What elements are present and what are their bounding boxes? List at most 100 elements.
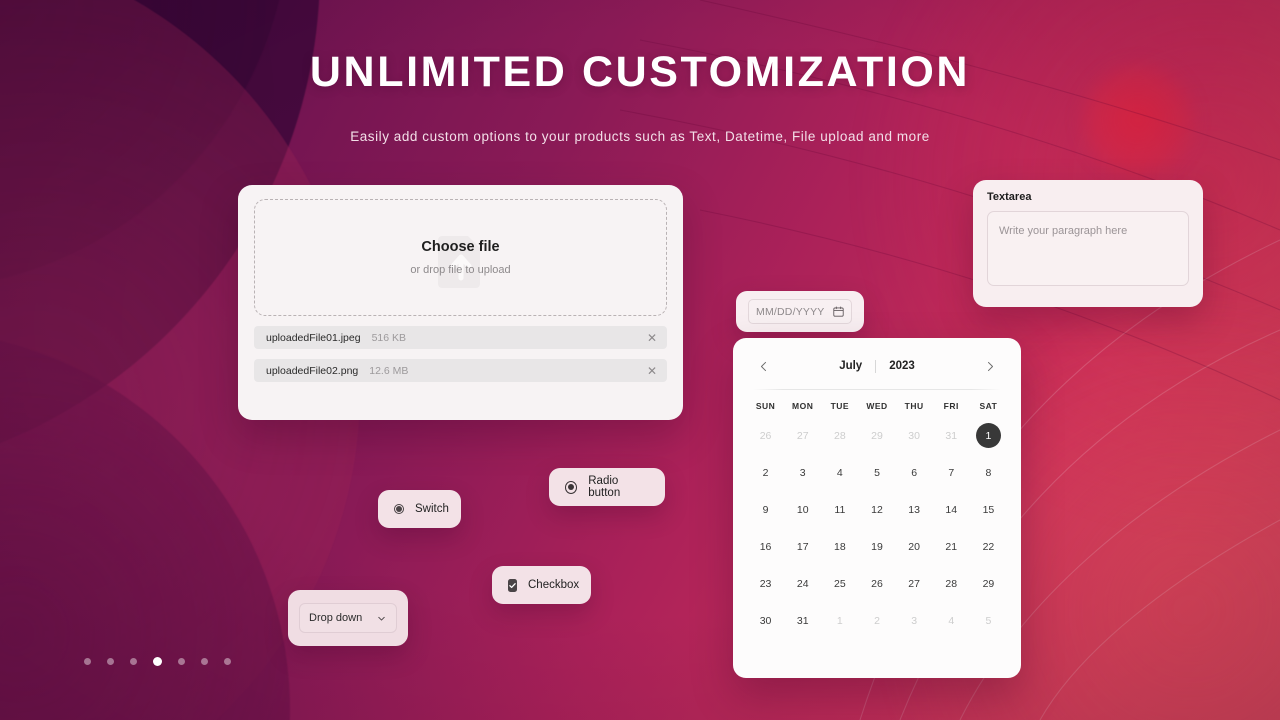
calendar-day[interactable]: 8 xyxy=(976,460,1001,485)
textarea-label: Textarea xyxy=(987,191,1032,203)
checkbox-label: Checkbox xyxy=(528,579,580,591)
calendar-day[interactable]: 3 xyxy=(902,608,927,633)
textarea-card: Textarea Write your paragraph here xyxy=(973,180,1203,307)
file-dropzone[interactable]: Choose file or drop file to upload xyxy=(254,199,667,316)
calendar-grid: SUN MON TUE WED THU FRI SAT 26 27 28 29 30 31 1 2 3 4 5 6 7… xyxy=(747,401,1007,633)
calendar-day[interactable]: 4 xyxy=(827,460,852,485)
calendar-day[interactable]: 3 xyxy=(790,460,815,485)
chevron-right-icon[interactable] xyxy=(984,360,997,373)
radio-label: Radio button xyxy=(588,475,621,499)
drop-file-hint: or drop file to upload xyxy=(410,264,511,276)
close-icon[interactable]: ✕ xyxy=(647,365,657,377)
calendar-day[interactable]: 13 xyxy=(902,497,927,522)
toggle-icon[interactable] xyxy=(394,504,404,514)
calendar-day[interactable]: 17 xyxy=(790,534,815,559)
calendar-day[interactable]: 16 xyxy=(753,534,778,559)
file-name: uploadedFile02.png xyxy=(266,364,359,377)
calendar-day[interactable]: 15 xyxy=(976,497,1001,522)
date-input-card: MM/DD/YYYY xyxy=(736,291,864,332)
carousel-dot[interactable] xyxy=(130,658,137,665)
calendar-day[interactable]: 1 xyxy=(827,608,852,633)
calendar-day[interactable]: 10 xyxy=(790,497,815,522)
date-input[interactable]: MM/DD/YYYY xyxy=(748,299,852,324)
calendar-day[interactable]: 18 xyxy=(827,534,852,559)
calendar-day[interactable]: 19 xyxy=(864,534,889,559)
carousel-dot-active[interactable] xyxy=(153,657,162,666)
calendar-day[interactable]: 28 xyxy=(939,571,964,596)
switch-control[interactable]: Switch xyxy=(378,490,461,528)
carousel-dots xyxy=(84,657,231,666)
file-upload-card: Choose file or drop file to upload uploa… xyxy=(238,185,683,420)
date-placeholder: MM/DD/YYYY xyxy=(756,305,825,318)
calendar-day[interactable]: 20 xyxy=(902,534,927,559)
calendar-day[interactable]: 22 xyxy=(976,534,1001,559)
calendar-month[interactable]: July xyxy=(839,360,862,372)
calendar-day[interactable]: 24 xyxy=(790,571,815,596)
calendar-weekday: TUE xyxy=(830,401,850,411)
calendar-year[interactable]: 2023 xyxy=(889,360,915,372)
textarea-placeholder: Write your paragraph here xyxy=(999,225,1128,237)
calendar-day[interactable]: 31 xyxy=(939,423,964,448)
file-name: uploadedFile01.jpeg xyxy=(266,331,361,344)
checkbox-control[interactable]: Checkbox xyxy=(492,566,591,604)
calendar-title: July 2023 xyxy=(839,359,915,373)
calendar-day[interactable]: 29 xyxy=(864,423,889,448)
calendar-weekday: FRI xyxy=(943,401,959,411)
file-size: 12.6 MB xyxy=(369,364,409,377)
radio-control[interactable]: Radio button xyxy=(549,468,665,506)
calendar-day[interactable]: 2 xyxy=(864,608,889,633)
switch-label: Switch xyxy=(415,503,449,515)
chevron-down-icon[interactable] xyxy=(376,613,387,624)
file-size: 516 KB xyxy=(371,331,407,344)
calendar-day[interactable]: 29 xyxy=(976,571,1001,596)
calendar-day[interactable]: 26 xyxy=(864,571,889,596)
calendar-day[interactable]: 11 xyxy=(827,497,852,522)
calendar-day[interactable]: 28 xyxy=(827,423,852,448)
carousel-dot[interactable] xyxy=(201,658,208,665)
carousel-dot[interactable] xyxy=(178,658,185,665)
calendar-day[interactable]: 12 xyxy=(864,497,889,522)
calendar-day[interactable]: 27 xyxy=(902,571,927,596)
calendar-day[interactable]: 21 xyxy=(939,534,964,559)
calendar-day[interactable]: 26 xyxy=(753,423,778,448)
carousel-dot[interactable] xyxy=(107,658,114,665)
dropdown-label: Drop down xyxy=(309,612,363,624)
calendar-day[interactable]: 2 xyxy=(753,460,778,485)
calendar-weekday: SUN xyxy=(755,401,776,411)
calendar-weekday: WED xyxy=(866,401,888,411)
calendar-day[interactable]: 5 xyxy=(976,608,1001,633)
calendar-day-selected[interactable]: 1 xyxy=(975,423,1001,448)
page-title: UNLIMITED CUSTOMIZATION xyxy=(309,48,971,96)
chevron-left-icon[interactable] xyxy=(757,360,770,373)
textarea-input[interactable]: Write your paragraph here xyxy=(987,211,1189,286)
checkbox-icon[interactable] xyxy=(508,578,517,592)
dropdown-select[interactable]: Drop down xyxy=(299,603,397,633)
check-icon xyxy=(509,582,516,588)
calendar-day[interactable]: 5 xyxy=(864,460,889,485)
calendar-day[interactable]: 7 xyxy=(939,460,964,485)
calendar-day[interactable]: 30 xyxy=(753,608,778,633)
calendar-day[interactable]: 25 xyxy=(827,571,852,596)
close-icon[interactable]: ✕ xyxy=(647,332,657,344)
radio-icon[interactable] xyxy=(565,480,578,494)
carousel-dot[interactable] xyxy=(84,658,91,665)
choose-file-label: Choose file xyxy=(421,239,500,255)
calendar-widget: July 2023 SUN MON TUE WED THU FRI SAT 26 27 28 29 3… xyxy=(733,338,1021,678)
page-subtitle: Easily add custom options to your produc… xyxy=(350,129,930,144)
calendar-day[interactable]: 30 xyxy=(902,423,927,448)
dropdown-card: Drop down xyxy=(288,590,408,646)
calendar-icon[interactable] xyxy=(833,306,844,317)
calendar-day[interactable]: 27 xyxy=(790,423,815,448)
calendar-day[interactable]: 23 xyxy=(753,571,778,596)
calendar-weekday: THU xyxy=(904,401,924,411)
calendar-day[interactable]: 6 xyxy=(902,460,927,485)
calendar-day[interactable]: 31 xyxy=(790,608,815,633)
calendar-header: July 2023 xyxy=(747,354,1007,378)
calendar-day[interactable]: 14 xyxy=(939,497,964,522)
divider xyxy=(875,359,877,373)
calendar-day[interactable]: 9 xyxy=(753,497,778,522)
table-row: uploadedFile02.png 12.6 MB ✕ xyxy=(254,359,667,382)
calendar-day[interactable]: 4 xyxy=(939,608,964,633)
carousel-dot[interactable] xyxy=(224,658,231,665)
calendar-weekday: SAT xyxy=(979,401,998,411)
